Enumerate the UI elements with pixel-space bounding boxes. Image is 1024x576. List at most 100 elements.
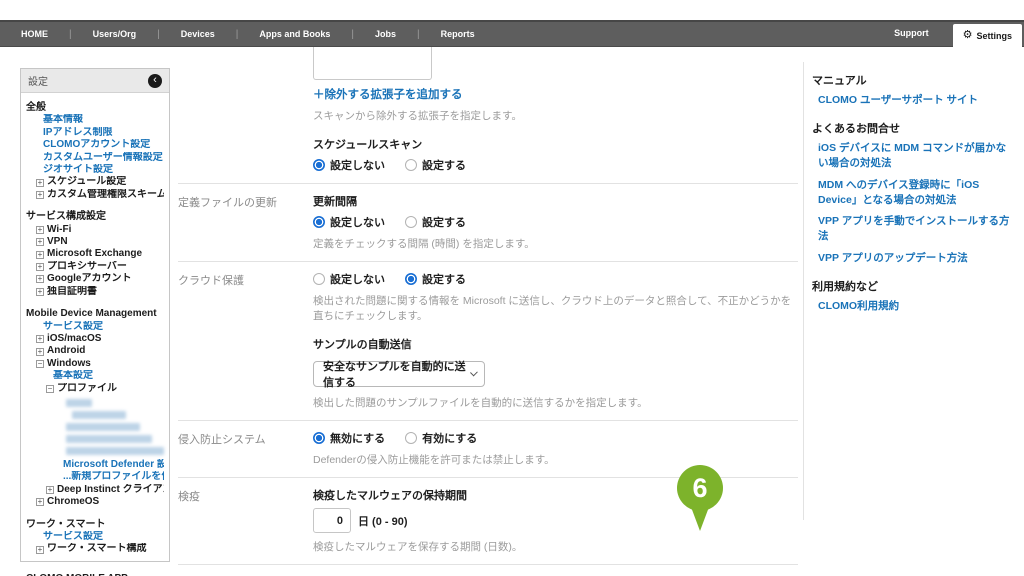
radio-unselected-icon (405, 159, 417, 171)
quarantine-row-label: 検疫 (178, 487, 313, 554)
nav-item-reports[interactable]: Reports (420, 29, 496, 39)
tree-label: プロファイル (57, 383, 117, 395)
tab-settings[interactable]: ⚙ Settings (953, 24, 1022, 47)
sidebar-item-windows-basic-settings[interactable]: 基本設定 (26, 370, 164, 382)
radio-option-not-set[interactable]: 設定しない (313, 214, 385, 230)
sidebar-item-basic-info[interactable]: 基本情報 (26, 114, 164, 126)
tree-label: Microsoft Exchange (47, 248, 142, 260)
link-clomo-terms[interactable]: CLOMO利用規約 (818, 299, 1014, 314)
collapse-minus-icon[interactable]: − (36, 360, 44, 368)
sidebar-item-mdm-service-settings[interactable]: サービス設定 (26, 321, 164, 333)
tree-label: VPN (47, 236, 68, 248)
quarantine-days-input[interactable]: 0 (313, 508, 351, 533)
expand-plus-icon[interactable]: + (36, 275, 44, 283)
radio-option-set[interactable]: 設定する (405, 271, 466, 287)
sidebar-item-google-account[interactable]: +Googleアカウント (26, 273, 164, 285)
nav-item-devices[interactable]: Devices (160, 29, 236, 39)
settings-tab-label: Settings (976, 31, 1012, 41)
tree-label: Android (47, 345, 85, 357)
nav-item-users-org[interactable]: Users/Org (72, 29, 158, 39)
collapse-minus-icon[interactable]: − (46, 385, 54, 393)
nav-right-group: Support ⚙ Settings (894, 22, 1024, 46)
radio-label: 設定しない (330, 157, 385, 173)
tree-label: 独自証明書 (47, 286, 97, 298)
sidebar-item-proxy-server[interactable]: +プロキシサーバー (26, 261, 164, 273)
expand-plus-icon[interactable]: + (46, 486, 54, 494)
help-panel: マニュアル CLOMO ユーザーサポート サイト よくあるお問合せ iOS デバ… (812, 72, 1014, 320)
link-faq-vpp-update[interactable]: VPP アプリのアップデート方法 (818, 251, 1014, 266)
expand-plus-icon[interactable]: + (36, 288, 44, 296)
expand-plus-icon[interactable]: + (36, 498, 44, 506)
sidebar-collapse-button[interactable]: ‹ (148, 74, 162, 88)
sidebar-section-general: 全般 (26, 102, 164, 114)
quarantine-help: 検疫したマルウェアを保存する期間 (日数)。 (313, 539, 798, 554)
redacted-profile-item (66, 435, 152, 443)
sidebar-item-microsoft-exchange[interactable]: +Microsoft Exchange (26, 248, 164, 260)
settings-sidebar: 設定 ‹ 全般 基本情報 IPアドレス制限 CLOMOアカウント設定 カスタムユ… (20, 68, 170, 562)
sidebar-item-ip-restriction[interactable]: IPアドレス制限 (26, 127, 164, 139)
sidebar-item-custom-user-info[interactable]: カスタムユーザー情報設定 (26, 152, 164, 164)
update-interval-radio-group: 設定しない 設定する (313, 214, 798, 230)
expand-plus-icon[interactable]: + (36, 191, 44, 199)
sidebar-item-windows[interactable]: −Windows (26, 358, 164, 370)
sidebar-item-wifi[interactable]: +Wi-Fi (26, 224, 164, 236)
sidebar-item-profile[interactable]: −プロファイル (26, 383, 164, 395)
sidebar-item-work-smart-service[interactable]: サービス設定 (26, 531, 164, 543)
tree-label: プロキシサーバー (47, 261, 127, 273)
exclude-extension-input[interactable] (313, 47, 432, 80)
link-clomo-user-support-site[interactable]: CLOMO ユーザーサポート サイト (818, 93, 1014, 108)
exclude-extension-help: スキャンから除外する拡張子を指定します。 (313, 108, 798, 123)
intrusion-prevention-row-label: 侵入防止システム (178, 430, 313, 467)
sidebar-item-custom-certificate[interactable]: +独自証明書 (26, 286, 164, 298)
radio-selected-icon (313, 159, 325, 171)
expand-plus-icon[interactable]: + (36, 546, 44, 554)
sidebar-item-chromeos[interactable]: +ChromeOS (26, 496, 164, 508)
tree-label: Deep Instinct クライアント... (57, 484, 164, 496)
sidebar-body: 全般 基本情報 IPアドレス制限 CLOMOアカウント設定 カスタムユーザー情報… (21, 93, 169, 576)
sidebar-item-new-profile[interactable]: ...新規プロファイルを作成 (26, 471, 164, 483)
radio-option-set[interactable]: 設定する (405, 214, 466, 230)
definition-update-section: 定義ファイルの更新 更新間隔 設定しない 設定する 定義をチェックする間隔 (時… (178, 183, 798, 261)
sidebar-item-ios-macos[interactable]: +iOS/macOS (26, 333, 164, 345)
step-6-badge: 6 (677, 465, 723, 511)
sidebar-section-work-smart: ワーク・スマート (26, 519, 164, 531)
link-faq-ios-device[interactable]: MDM へのデバイス登録時に「iOS Device」となる場合の対処法 (818, 178, 1014, 208)
expand-plus-icon[interactable]: + (36, 251, 44, 259)
tree-label: iOS/macOS (47, 333, 101, 345)
expand-plus-icon[interactable]: + (36, 335, 44, 343)
add-exclude-extension-link[interactable]: ＋除外する拡張子を追加する (313, 86, 798, 102)
nav-item-home[interactable]: HOME (0, 29, 69, 39)
auto-sample-submit-select[interactable]: 安全なサンプルを自動的に送信する (313, 361, 485, 387)
nav-item-apps-and-books[interactable]: Apps and Books (238, 29, 351, 39)
sidebar-item-work-smart-config[interactable]: +ワーク・スマート構成 (26, 543, 164, 555)
sidebar-item-schedule-settings[interactable]: +スケジュール設定 (26, 176, 164, 188)
expand-plus-icon[interactable]: + (36, 226, 44, 234)
radio-option-not-set[interactable]: 設定しない (313, 271, 385, 287)
sidebar-title: 設定 (28, 73, 48, 88)
radio-option-disable[interactable]: 無効にする (313, 430, 385, 446)
expand-plus-icon[interactable]: + (36, 348, 44, 356)
sidebar-item-vpn[interactable]: +VPN (26, 236, 164, 248)
redacted-profile-item (72, 411, 126, 419)
expand-plus-icon[interactable]: + (36, 238, 44, 246)
link-faq-mdm-command[interactable]: iOS デバイスに MDM コマンドが届かない場合の対処法 (818, 141, 1014, 171)
radio-option-not-set[interactable]: 設定しない (313, 157, 385, 173)
nav-item-jobs[interactable]: Jobs (354, 29, 417, 39)
radio-option-enable[interactable]: 有効にする (405, 430, 477, 446)
link-faq-vpp-manual-install[interactable]: VPP アプリを手動でインストールする方法 (818, 214, 1014, 244)
sidebar-item-geosite[interactable]: ジオサイト設定 (26, 164, 164, 176)
radio-option-set[interactable]: 設定する (405, 157, 466, 173)
expand-plus-icon[interactable]: + (36, 263, 44, 271)
radio-selected-icon (313, 216, 325, 228)
tree-label: Wi-Fi (47, 224, 71, 236)
sidebar-item-clomo-account[interactable]: CLOMOアカウント設定 (26, 139, 164, 151)
radio-label: 設定しない (330, 271, 385, 287)
sidebar-item-android[interactable]: +Android (26, 345, 164, 357)
nav-item-support[interactable]: Support (894, 22, 953, 38)
page: HOME | Users/Org | Devices | Apps and Bo… (0, 0, 1024, 576)
expand-plus-icon[interactable]: + (36, 179, 44, 187)
sidebar-item-deep-instinct[interactable]: +Deep Instinct クライアント... (26, 484, 164, 496)
sidebar-item-microsoft-defender-profile[interactable]: Microsoft Defender 設定プロ... (26, 459, 164, 471)
sidebar-item-custom-admin-scheme[interactable]: +カスタム管理権限スキーム設定 (26, 189, 164, 201)
tree-label: スケジュール設定 (47, 176, 126, 188)
